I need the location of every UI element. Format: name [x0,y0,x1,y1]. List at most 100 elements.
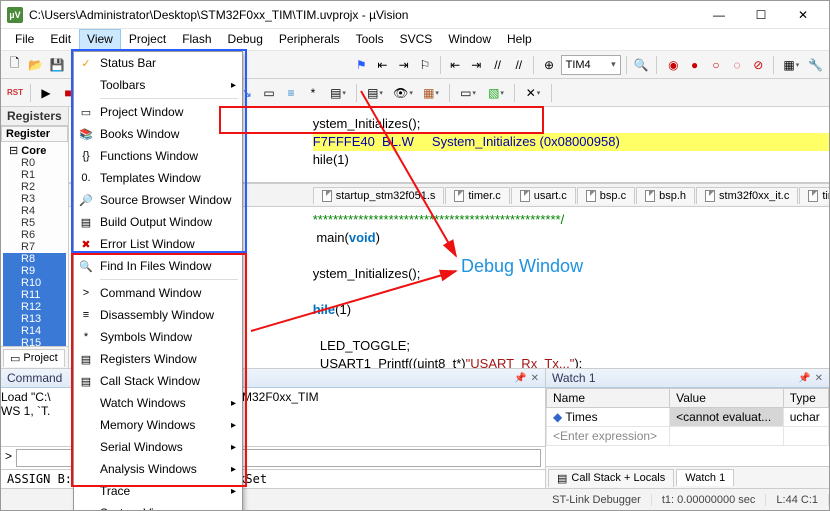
register-r12[interactable]: R12 [3,301,66,313]
menu-view[interactable]: View [79,29,121,50]
register-r7[interactable]: R7 [3,241,66,253]
watch-header-value[interactable]: Value [670,389,784,408]
dd-registers-window[interactable]: ▤Registers Window [74,348,242,370]
dd-system-viewer[interactable]: System Viewer▸ [74,502,242,511]
tab-call-stack-locals[interactable]: ▤Call Stack + Locals [548,469,674,487]
dd-trace[interactable]: Trace▸ [74,480,242,502]
memory-window-icon[interactable]: ▦ [418,83,444,103]
indent-left-icon[interactable]: ⇤ [445,55,464,75]
dd-call-stack-window[interactable]: ▤Call Stack Window [74,370,242,392]
target-combo[interactable]: TIM4 [561,55,621,75]
trace-window-icon[interactable]: ✕ [520,83,546,103]
menu-flash[interactable]: Flash [174,29,219,50]
dd-symbols-window[interactable]: *Symbols Window [74,326,242,348]
register-tree[interactable]: ⊟ Core R0 R1 R2 R3 R4 R5 R6 R7 R8 R9 R10… [1,142,68,346]
registers-window-icon[interactable]: ▤ [325,83,351,103]
uncomment-icon[interactable]: // [509,55,528,75]
dd-books-window[interactable]: 📚Books Window [74,123,242,145]
dd-watch-windows[interactable]: Watch Windows▸ [74,392,242,414]
menu-window[interactable]: Window [440,29,499,50]
open-file-icon[interactable]: 📂 [26,55,45,75]
bookmark-clear-icon[interactable]: ⚐ [415,55,434,75]
window-layout-icon[interactable]: ▦ [779,55,804,75]
dd-memory-windows[interactable]: Memory Windows▸ [74,414,242,436]
register-r10[interactable]: R10 [3,277,66,289]
register-r0[interactable]: R0 [3,157,66,169]
dd-templates-window[interactable]: 0.Templates Window [74,167,242,189]
dd-build-output-window[interactable]: ▤Build Output Window [74,211,242,233]
menu-project[interactable]: Project [121,29,174,50]
menu-peripherals[interactable]: Peripherals [271,29,348,50]
disasm-window-icon[interactable]: ≡ [281,83,301,103]
flag-blue-icon[interactable]: ⚑ [352,55,371,75]
register-r4[interactable]: R4 [3,205,66,217]
close-icon[interactable]: ✕ [815,373,823,384]
project-tab[interactable]: ▭Project [3,349,65,367]
file-tab[interactable]: bsp.h [636,187,695,204]
reset-icon[interactable]: RST [5,83,25,103]
register-r9[interactable]: R9 [3,265,66,277]
menu-edit[interactable]: Edit [42,29,79,50]
dd-find-in-files-window[interactable]: 🔍Find In Files Window [74,255,242,277]
dd-source-browser-window[interactable]: 🔎Source Browser Window [74,189,242,211]
watch-window-icon[interactable]: 👁 [390,83,416,103]
watch-header-type[interactable]: Type [783,389,828,408]
register-r8[interactable]: R8 [3,253,66,265]
file-tab[interactable]: startup_stm32f051.s [313,187,445,204]
symbols-window-icon[interactable]: * [303,83,323,103]
bookmark-next-icon[interactable]: ⇥ [394,55,413,75]
register-r13[interactable]: R13 [3,313,66,325]
pin-icon[interactable]: 📌 [798,373,810,384]
indent-right-icon[interactable]: ⇥ [467,55,486,75]
dd-functions-window[interactable]: {}Functions Window [74,145,242,167]
close-button[interactable]: ✕ [783,3,823,27]
breakpoint-kill-icon[interactable]: ⊘ [749,55,768,75]
watch-row[interactable]: ◆ Times <cannot evaluat... uchar [547,408,829,427]
watch-header-name[interactable]: Name [547,389,670,408]
file-tab[interactable]: usart.c [511,187,576,204]
dd-status-bar[interactable]: ✓Status Bar [74,52,242,74]
menu-help[interactable]: Help [499,29,540,50]
breakpoint-disable-icon[interactable]: ◌ [727,55,746,75]
dd-analysis-windows[interactable]: Analysis Windows▸ [74,458,242,480]
register-r14[interactable]: R14 [3,325,66,337]
save-icon[interactable]: 💾 [47,55,66,75]
menu-tools[interactable]: Tools [348,29,392,50]
dd-serial-windows[interactable]: Serial Windows▸ [74,436,242,458]
command-window-icon[interactable]: ▭ [259,83,279,103]
find-icon[interactable]: 🔍 [632,55,651,75]
dd-command-window[interactable]: >Command Window [74,282,242,304]
register-r3[interactable]: R3 [3,193,66,205]
pick-icon[interactable]: ⊕ [539,55,558,75]
debug-start-icon[interactable]: ◉ [664,55,683,75]
pin-icon[interactable]: 📌 [514,373,526,384]
callstack-window-icon[interactable]: ▤ [362,83,388,103]
minimize-button[interactable]: — [699,3,739,27]
breakpoint-enable-icon[interactable]: ○ [706,55,725,75]
file-tab[interactable]: timer.h [799,187,830,204]
file-tab[interactable]: bsp.c [577,187,635,204]
watch-table[interactable]: Name Value Type ◆ Times <cannot evaluat.… [546,388,829,446]
serial-window-icon[interactable]: ▭ [455,83,481,103]
maximize-button[interactable]: ☐ [741,3,781,27]
menu-svcs[interactable]: SVCS [392,29,441,50]
new-file-icon[interactable]: 🗋 [5,55,24,75]
comment-icon[interactable]: // [488,55,507,75]
menu-debug[interactable]: Debug [220,29,271,50]
bookmark-prev-icon[interactable]: ⇤ [373,55,392,75]
dd-error-list-window[interactable]: ✖Error List Window [74,233,242,255]
config-icon[interactable]: 🔧 [806,55,825,75]
file-tab[interactable]: timer.c [445,187,509,204]
register-r2[interactable]: R2 [3,181,66,193]
dd-toolbars[interactable]: Toolbars▸ [74,74,242,96]
register-r11[interactable]: R11 [3,289,66,301]
analysis-window-icon[interactable]: ▧ [483,83,509,103]
watch-row-new[interactable]: <Enter expression> [547,427,829,446]
register-r6[interactable]: R6 [3,229,66,241]
register-r1[interactable]: R1 [3,169,66,181]
breakpoint-insert-icon[interactable]: ● [685,55,704,75]
register-node-core[interactable]: ⊟ Core [3,144,66,157]
run-icon[interactable]: ▶ [36,83,56,103]
menu-file[interactable]: File [7,29,42,50]
register-r15[interactable]: R15 [3,337,66,346]
